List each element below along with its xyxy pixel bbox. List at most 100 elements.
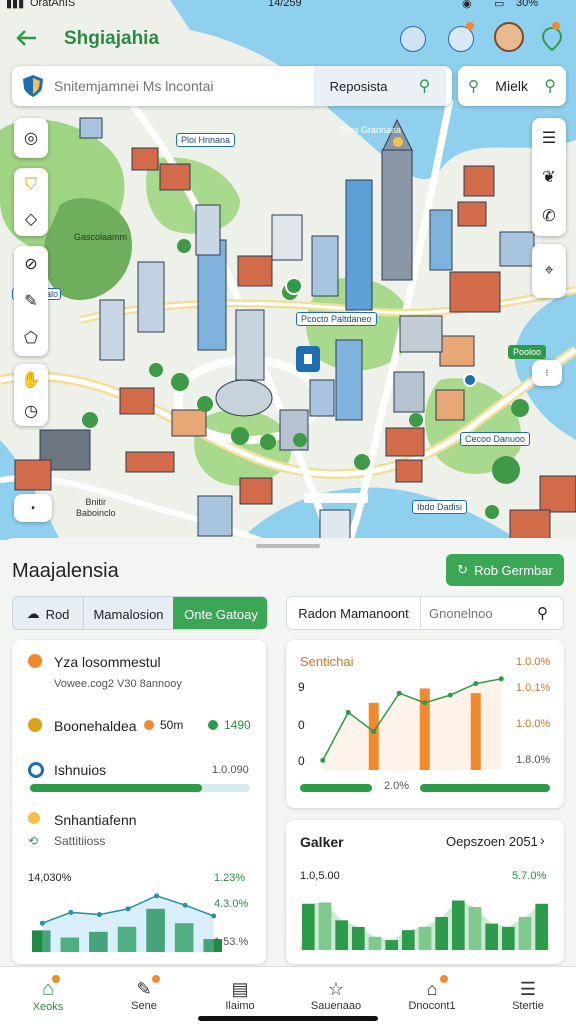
shape-icon[interactable]: ⬠ — [24, 328, 38, 348]
map-label[interactable]: Cecoo Danuoo — [460, 432, 531, 446]
pencil-icon[interactable]: ✎ — [24, 291, 37, 311]
leaf-icon[interactable]: ❦ — [542, 167, 555, 187]
chart-bar — [385, 940, 398, 950]
battery-label: 30% — [516, 0, 539, 9]
search-icon[interactable]: ⚲ — [537, 604, 548, 622]
chart-point — [68, 909, 74, 915]
compass-button[interactable]: ◎ — [14, 118, 48, 158]
shield-icon[interactable]: ⛉ — [25, 176, 37, 194]
nav-label: Ilaimo — [225, 1000, 255, 1012]
item-title: Yza losommestul — [54, 654, 161, 670]
secondary-search-label: Mielk — [495, 78, 528, 94]
city-map[interactable]: Ploi Hnnana Toss Grannana Gascolaamm Sam… — [0, 0, 576, 540]
axis-label: 0 — [298, 718, 305, 732]
nav-item[interactable]: ☰ Stertie — [480, 967, 576, 1024]
map-label: Bnitir Baboinclo — [76, 497, 116, 518]
status-time: 14/259 — [268, 0, 302, 9]
progress-fill — [30, 784, 202, 792]
chart-bar — [518, 917, 532, 950]
chart-bar — [470, 693, 481, 770]
item-label: Boonehaldea — [54, 718, 137, 734]
status-bar: ▮▮▮ OratAnIS 14/259 ◉ ▭ 30% — [0, 0, 576, 14]
tag-icon[interactable]: ◇ — [25, 209, 37, 229]
nav-home[interactable]: ⌂ Xeoks — [0, 967, 96, 1024]
item-subtitle: Vowee.cog2 V30 8annooy — [54, 678, 182, 690]
map-label[interactable]: Ploi Hnnana — [176, 133, 236, 147]
more-button[interactable]: ⁝ — [532, 360, 562, 386]
nav-item[interactable]: ✎ Sene — [96, 967, 192, 1024]
map-label[interactable]: Ibdo Dadisi — [412, 500, 468, 514]
right-tools: ☰ ❦ ✆ — [532, 118, 566, 236]
chart-point — [345, 709, 351, 715]
map-label[interactable]: Pcocto Paltdaneo — [296, 312, 377, 326]
avatar[interactable] — [494, 22, 524, 52]
chart-point — [39, 920, 45, 926]
link-icon: ⟲ — [28, 834, 39, 848]
primary-action-button[interactable]: ↻ Rob Germbar — [446, 554, 564, 586]
carrier-label: OratAnIS — [30, 0, 76, 9]
search-input[interactable] — [54, 78, 314, 94]
search-bar[interactable]: Reposista ⚲ — [12, 66, 452, 106]
search-action[interactable]: Reposista ⚲ — [314, 66, 446, 106]
chart-title: Galker — [300, 834, 344, 850]
star-icon: ☆ — [327, 979, 345, 999]
chat-icon[interactable]: ✆ — [542, 206, 555, 226]
back-arrow-icon[interactable] — [14, 28, 38, 48]
info-dot-icon: • — [31, 502, 35, 514]
map-label: Gascolaamm — [74, 232, 128, 242]
menu-icon: ☰ — [519, 979, 537, 999]
filter-bar[interactable]: Radon Mamanoont ⚲ — [286, 596, 564, 630]
route-icon[interactable]: ⊘ — [24, 254, 37, 274]
chart-date[interactable]: Oepszoen 2051 — [446, 834, 538, 849]
chevron-right-icon[interactable]: › — [540, 832, 545, 848]
map-label[interactable]: Pooloo — [508, 345, 547, 359]
axis-label: 0 — [298, 754, 305, 768]
chart-bar — [368, 936, 382, 950]
axis-label: 9 — [298, 680, 305, 694]
list-icon[interactable]: ☰ — [542, 128, 556, 148]
chart-point — [422, 700, 428, 706]
nav-label: Sauenaao — [310, 1000, 362, 1012]
nav-item[interactable]: ⌂ Dnocont1 — [384, 967, 480, 1024]
legend-bar — [300, 784, 372, 792]
bookmark-icon[interactable] — [400, 26, 426, 52]
secondary-search-button[interactable]: ⚲ Mielk ⚲ — [458, 66, 566, 106]
chart-point — [396, 690, 402, 696]
chart-value-label: 5.7.0% — [512, 870, 547, 882]
chart-bar — [302, 903, 315, 950]
segment-tab[interactable]: Mamalosion — [83, 597, 173, 629]
home-indicator — [198, 1016, 378, 1021]
chart-bar — [402, 930, 415, 950]
nav-label: Sene — [131, 1000, 157, 1012]
summary-card: Yza losommestul Vowee.cog2 V30 8annooy B… — [12, 640, 266, 964]
sun-icon — [28, 812, 40, 824]
status-icon — [28, 654, 42, 668]
map-label[interactable]: Toss Grannana — [336, 124, 405, 136]
map-label-plate — [304, 493, 368, 503]
item-value: 50m — [160, 718, 184, 732]
item-subtitle: Sattitiioss — [54, 834, 106, 848]
more-icon: ⁝ — [545, 367, 549, 379]
info-button[interactable]: • — [14, 494, 52, 522]
sheet-handle[interactable] — [256, 544, 320, 548]
nav-badge — [52, 975, 60, 983]
search-icon: ⚲ — [468, 78, 479, 95]
segment-tab-selected[interactable]: Onte Gatoay — [173, 597, 267, 629]
chart-value-label: 1.0,5.00 — [300, 870, 340, 882]
location-pin-icon[interactable] — [540, 26, 564, 52]
hand-icon[interactable]: ✋ — [21, 370, 41, 390]
sentiment-chart — [320, 676, 504, 770]
axis-label: 1.0.0% — [516, 656, 551, 668]
chart-bar — [535, 903, 548, 950]
chart-bar — [318, 902, 332, 950]
nav-badge — [440, 975, 448, 983]
filter-label[interactable]: Radon Mamanoont — [287, 596, 421, 630]
signal-icon: ▮▮▮ — [6, 0, 25, 10]
edit-icon: ✎ — [136, 979, 152, 999]
clock-icon[interactable]: ◷ — [24, 401, 38, 421]
bottom-sheet: Maajalensia ↻ Rob Germbar ☁ Rod Mamalosion… — [0, 538, 576, 1024]
locate-button[interactable]: ⌖ — [532, 244, 566, 298]
segment-tab[interactable]: ☁ Rod — [13, 597, 83, 629]
filter-input[interactable] — [429, 605, 537, 621]
chart-point — [447, 692, 453, 698]
